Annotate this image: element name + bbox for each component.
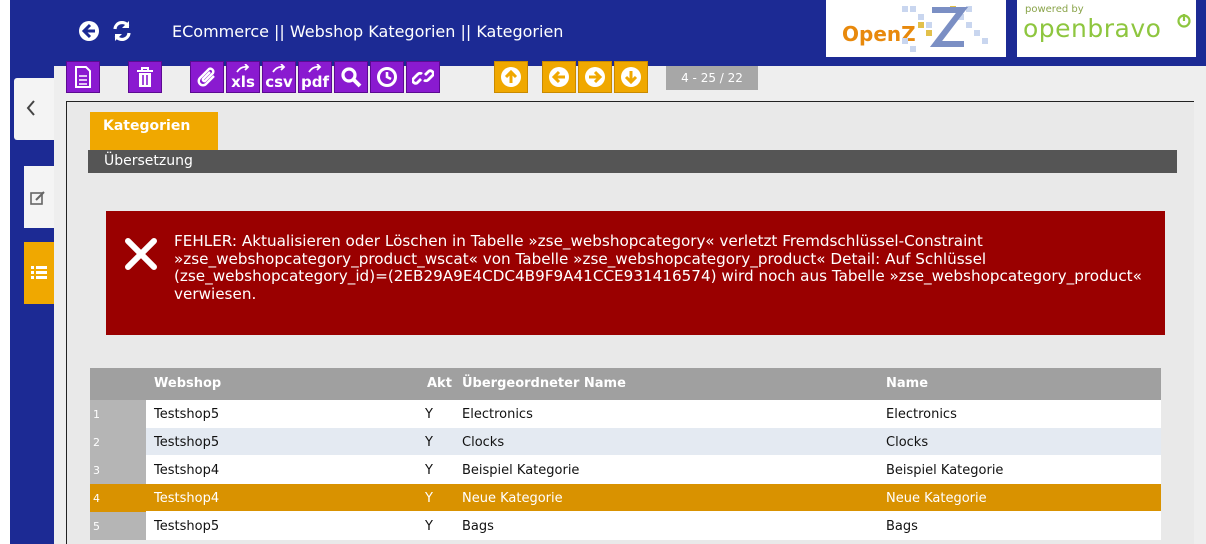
table-row[interactable]: 3 Testshop4 Y Beispiel Kategorie Beispie… [90,456,1161,484]
tab-kategorien[interactable]: Kategorien [90,112,218,150]
collapse-sidebar-button[interactable] [14,78,54,140]
search-button[interactable] [334,61,368,93]
cell-parent-name: Clocks [462,435,505,450]
cell-webshop: Testshop5 [154,407,220,422]
delete-button[interactable] [128,61,162,93]
openbravo-logo: powered by openbravo [1017,0,1196,57]
history-button[interactable] [370,61,404,93]
cell-name: Neue Kategorie [886,491,987,506]
list-icon [31,266,47,279]
table-row[interactable]: 1 Testshop5 Y Electronics Electronics [90,400,1161,428]
refresh-icon[interactable] [110,20,132,42]
openz-logo-pattern-icon [902,6,988,52]
cell-name: Electronics [886,407,957,422]
error-message-text: FEHLER: Aktualisieren oder Löschen in Ta… [174,232,1142,303]
cell-akt: Y [425,435,433,450]
breadcrumb: ECommerce || Webshop Kategorien || Kateg… [172,22,564,41]
cell-name: Clocks [886,435,929,450]
column-header-akt[interactable]: Akt [427,376,452,391]
cell-parent-name: Beispiel Kategorie [462,463,580,478]
cell-parent-name: Electronics [462,407,533,422]
link-button[interactable] [406,61,440,93]
export-arrow-icon [236,63,250,73]
cell-webshop: Testshop4 [154,463,220,478]
edit-view-button[interactable] [24,166,54,228]
arrow-right-icon [585,67,605,87]
first-record-button[interactable] [494,61,528,93]
row-number: 4 [90,484,146,512]
export-pdf-button[interactable]: pdf [298,61,332,93]
cell-name: Bags [886,519,918,534]
table-row[interactable]: 5 Testshop5 Y Bags Bags [90,512,1161,540]
row-number: 2 [90,428,146,456]
cell-akt: Y [425,407,433,422]
edit-icon [30,191,45,205]
export-arrow-icon [308,63,322,73]
column-header-parent-name[interactable]: Übergeordneter Name [462,376,626,391]
clock-icon [377,67,397,87]
export-csv-button[interactable]: csv [262,61,296,93]
row-number: 3 [90,456,146,484]
subtab-bar: Übersetzung [88,150,1177,173]
export-xls-button[interactable]: xls [226,61,260,93]
export-arrow-icon [272,63,286,73]
row-number: 1 [90,400,146,428]
cell-webshop: Testshop5 [154,519,220,534]
next-record-button[interactable] [578,61,612,93]
top-navigation-bar: ECommerce || Webshop Kategorien || Kateg… [10,0,1206,66]
tab-uebersetzung[interactable]: Übersetzung [104,153,193,169]
previous-record-button[interactable] [542,61,576,93]
cell-akt: Y [425,463,433,478]
grid-header: Webshop Akt Übergeordneter Name Name [90,368,1161,400]
openz-logo: OpenZ [826,0,1006,57]
column-header-name[interactable]: Name [886,376,928,391]
trash-icon [137,67,153,87]
record-pager: 4 - 25 / 22 [666,66,758,90]
attachment-button[interactable] [190,61,224,93]
arrow-up-icon [501,67,521,87]
link-icon [412,69,434,85]
error-message-box: FEHLER: Aktualisieren oder Löschen in Ta… [106,211,1165,335]
data-grid: Webshop Akt Übergeordneter Name Name 1 T… [90,368,1161,540]
row-number: 5 [90,512,146,540]
search-icon [341,67,362,88]
cell-akt: Y [425,491,433,506]
cell-parent-name: Bags [462,519,494,534]
cell-parent-name: Neue Kategorie [462,491,563,506]
cell-name: Beispiel Kategorie [886,463,1004,478]
error-x-icon [125,238,157,270]
new-document-icon [75,66,91,88]
cell-akt: Y [425,519,433,534]
cell-webshop: Testshop4 [154,491,220,506]
cell-webshop: Testshop5 [154,435,220,450]
paperclip-icon [197,67,215,87]
grid-view-button[interactable] [24,242,54,304]
openbravo-power-icon [1177,14,1191,28]
app-window: ECommerce || Webshop Kategorien || Kateg… [0,0,1206,544]
column-header-webshop[interactable]: Webshop [154,376,221,391]
arrow-left-icon [549,67,569,87]
last-record-button[interactable] [614,61,648,93]
table-row-selected[interactable]: 4 Testshop4 Y Neue Kategorie Neue Katego… [90,484,1161,512]
table-row[interactable]: 2 Testshop5 Y Clocks Clocks [90,428,1161,456]
chevron-left-icon [26,100,35,116]
back-icon[interactable] [78,20,100,42]
new-record-button[interactable] [66,61,100,93]
arrow-down-icon [621,67,641,87]
